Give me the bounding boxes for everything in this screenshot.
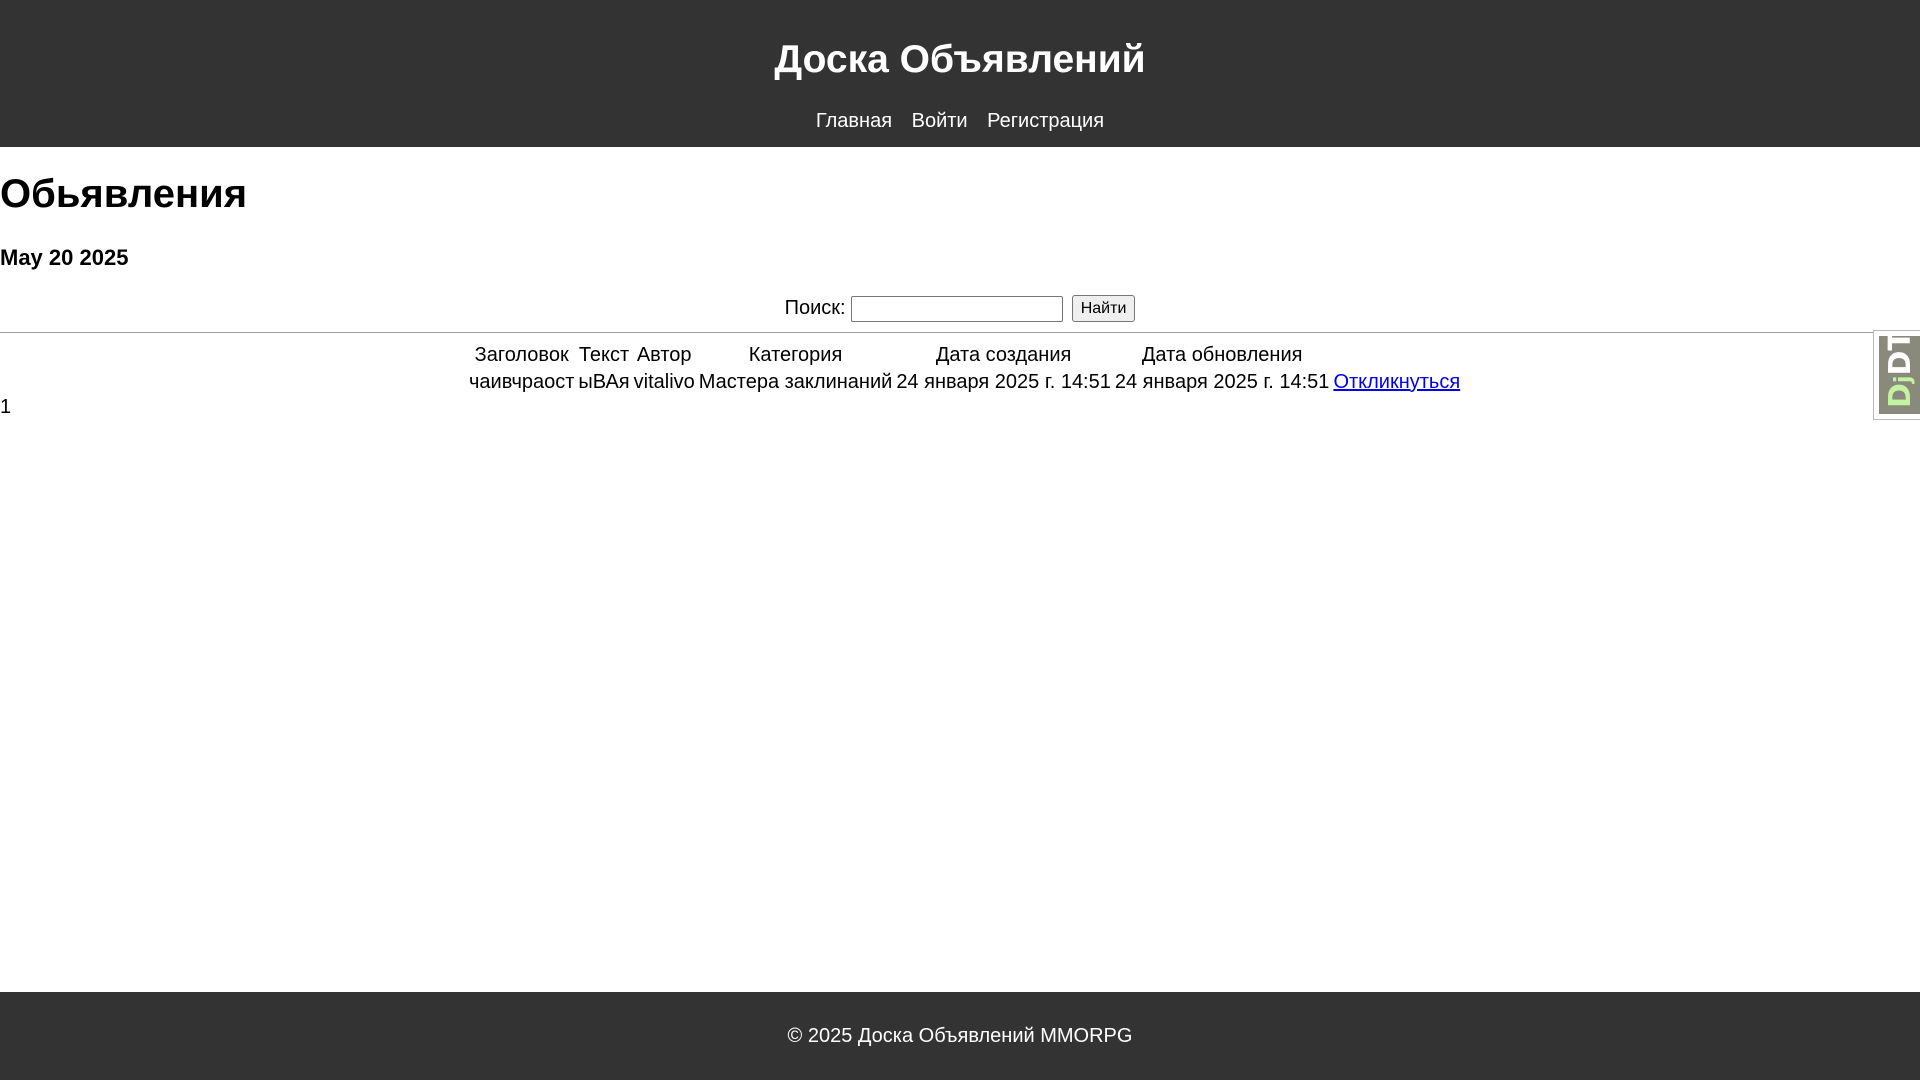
table-row: чаивчраост ыВАя vitalivo Мастера заклина… [468, 370, 1461, 395]
cell-title: чаивчраост [469, 371, 575, 393]
cell-author: vitalivo [633, 371, 695, 393]
respond-link[interactable]: Откликнуться [1333, 371, 1460, 393]
nav-login-link[interactable]: Войти [912, 110, 968, 132]
debug-toolbar-handle[interactable]: DjDT [1873, 330, 1920, 420]
cell-created: 24 января 2025 г. 14:51 [896, 371, 1111, 393]
column-header-category: Категория [748, 344, 843, 366]
current-date: May 20 2025 [0, 245, 129, 270]
page-title: Обьявления [0, 172, 248, 216]
column-header-text: Текст [578, 344, 630, 366]
table-header-row: Заголовок Текст Автор Категория Дата соз… [468, 343, 1461, 368]
ads-table: Заголовок Текст Автор Категория Дата соз… [466, 341, 1463, 397]
column-header-action [1332, 343, 1461, 368]
site-footer: © 2025 Доска Объявлений MMORPG [0, 992, 1920, 1080]
search-button[interactable]: Найти [1071, 295, 1136, 323]
cell-category: Мастера заклинаний [698, 371, 893, 393]
footer-text: © 2025 Доска Объявлений MMORPG [787, 1025, 1133, 1047]
column-header-updated: Дата обновления [1141, 344, 1303, 366]
debug-toolbar-label: DjDT [1883, 336, 1918, 408]
cell-updated: 24 января 2025 г. 14:51 [1114, 371, 1330, 393]
search-label: Поиск: [784, 297, 846, 319]
nav-register-link[interactable]: Регистрация [987, 110, 1104, 132]
divider [0, 332, 1920, 333]
cell-text: ыВАя [578, 371, 630, 393]
column-header-title: Заголовок [474, 344, 569, 366]
column-header-author: Автор [636, 344, 692, 366]
site-title: Доска Объявлений [774, 38, 1146, 81]
debug-toolbar-logo: DjDT [1879, 336, 1920, 414]
main-nav: Главная Войти Регистрация [0, 108, 1920, 134]
cell-action: Откликнуться [1332, 370, 1461, 395]
site-header: Доска Объявлений Главная Войти Регистрац… [0, 0, 1920, 147]
search-input[interactable] [851, 295, 1064, 322]
nav-home-link[interactable]: Главная [816, 110, 892, 132]
pagination[interactable]: 1 [0, 394, 11, 420]
column-header-created: Дата создания [935, 344, 1072, 366]
search-form: Поиск: Найти [0, 293, 1920, 323]
